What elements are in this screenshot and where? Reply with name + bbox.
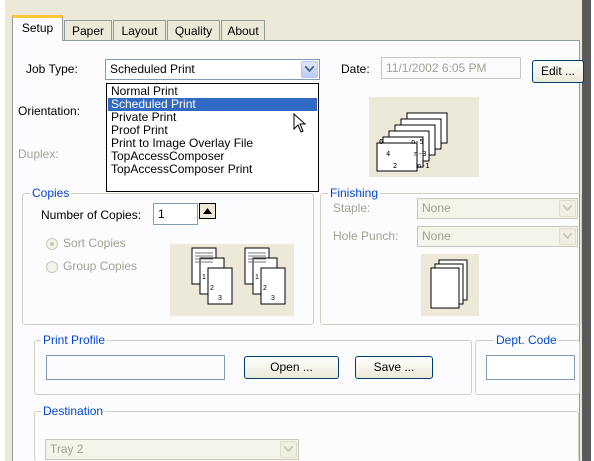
sort-copies-radio[interactable] [46, 238, 58, 250]
hole-punch-select[interactable]: None [417, 226, 578, 247]
number-of-copies-label: Number of Copies: [41, 208, 142, 222]
save-profile-button[interactable]: Save ... [355, 356, 433, 379]
hole-punch-label: Hole Punch: [333, 229, 399, 243]
group-copies-label: Group Copies [63, 259, 138, 273]
destination-title: Destination [41, 404, 106, 418]
destination-select[interactable]: Tray 2 [45, 439, 299, 460]
duplex-illustration: 6 n-5 4 n-3 2 n-1 [369, 97, 479, 177]
orientation-label: Orientation: [18, 104, 81, 118]
duplex-label: Duplex: [18, 147, 59, 161]
chevron-down-icon [305, 66, 314, 72]
tab-setup[interactable]: Setup [12, 15, 63, 41]
date-value: 11/1/2002 6:05 PM [386, 61, 487, 75]
staple-select[interactable]: None [417, 198, 578, 219]
staple-label: Staple: [333, 201, 371, 215]
destination-dropdown-button[interactable] [280, 441, 297, 458]
sort-copies-illustration: 1 2 3 1 2 3 [170, 244, 294, 316]
triangle-up-icon [203, 208, 212, 214]
date-field: 11/1/2002 6:05 PM [381, 57, 521, 79]
dept-code-title: Dept. Code [494, 333, 559, 347]
job-type-label: Job Type: [26, 62, 78, 76]
finishing-title: Finishing [328, 186, 381, 200]
chevron-down-icon [563, 233, 572, 239]
copies-spin-up-button[interactable] [199, 203, 216, 219]
hole-punch-dropdown-button[interactable] [559, 228, 576, 245]
tab-about[interactable]: About [221, 20, 265, 40]
job-type-option[interactable]: TopAccessComposer Print [108, 163, 317, 176]
open-profile-button[interactable]: Open ... [244, 356, 339, 379]
number-of-copies-input[interactable]: 1 [153, 203, 198, 225]
mouse-pointer-icon [293, 113, 307, 133]
tab-paper[interactable]: Paper [64, 20, 112, 40]
date-label: Date: [341, 62, 370, 76]
chevron-down-icon [284, 446, 293, 452]
job-type-value: Scheduled Print [110, 62, 195, 76]
edit-date-button[interactable]: Edit ... [532, 60, 584, 83]
tab-layout[interactable]: Layout [113, 20, 166, 40]
job-type-options-list[interactable]: Normal Print Scheduled Print Private Pri… [106, 83, 319, 192]
job-type-dropdown-button[interactable] [301, 61, 318, 78]
print-profile-title: Print Profile [41, 333, 108, 347]
tab-quality[interactable]: Quality [167, 20, 220, 40]
copies-title: Copies [30, 186, 72, 200]
job-type-select[interactable]: Scheduled Print [105, 59, 320, 80]
dept-code-input[interactable] [486, 355, 575, 380]
finishing-illustration [421, 254, 479, 316]
sort-copies-label: Sort Copies [63, 236, 126, 250]
print-profile-field[interactable] [46, 355, 225, 380]
group-copies-radio[interactable] [46, 261, 58, 273]
chevron-down-icon [563, 205, 572, 211]
staple-dropdown-button[interactable] [559, 200, 576, 217]
